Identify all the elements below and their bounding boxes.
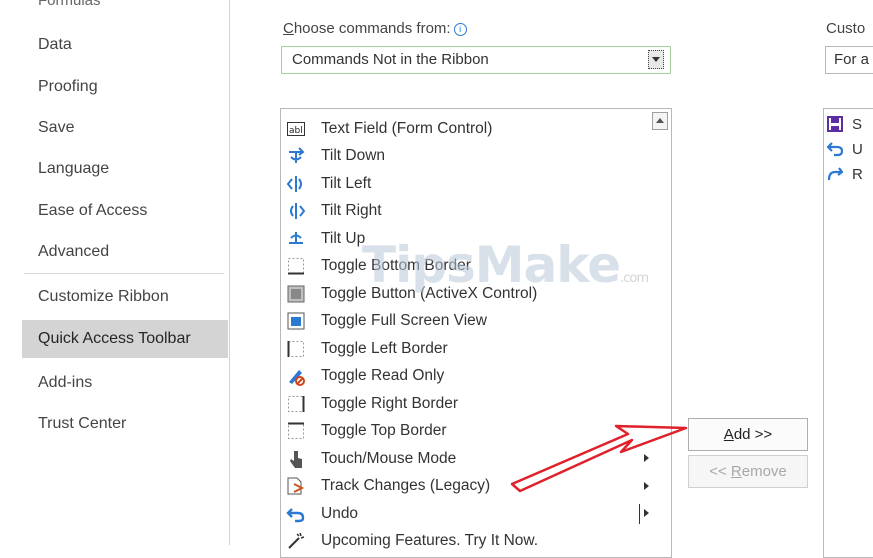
list-item[interactable]: Upcoming Features. Try It Now. [281, 528, 651, 556]
list-item[interactable]: Undo [281, 500, 651, 528]
save-icon [826, 115, 844, 133]
list-item[interactable]: Tilt Up [281, 225, 651, 253]
svg-text:abl: abl [289, 126, 303, 136]
undo-icon [826, 140, 844, 158]
customize-toolbar-value: For a [834, 51, 870, 68]
split-arrow-icon[interactable] [644, 509, 649, 517]
track-changes-icon [285, 476, 307, 496]
full-screen-icon [285, 311, 307, 331]
tilt-down-icon [285, 146, 307, 166]
nav-item-ease-of-access[interactable]: Ease of Access [22, 192, 228, 230]
toolbar-items-list[interactable]: S U R [823, 108, 873, 558]
remove-button[interactable]: << Remove [688, 455, 808, 488]
list-item[interactable]: Toggle Full Screen View [281, 308, 651, 336]
nav-item-customize-ribbon[interactable]: Customize Ribbon [22, 278, 228, 316]
list-item[interactable]: Tilt Down [281, 143, 651, 171]
nav-item-formulas-partial[interactable]: Formulas [38, 0, 101, 9]
nav-item-advanced[interactable]: Advanced [22, 233, 228, 271]
list-item[interactable]: Toggle Right Border [281, 390, 651, 418]
touch-mode-icon [285, 449, 307, 469]
split-divider [639, 504, 640, 524]
options-nav: Formulas Data Proofing Save Language Eas… [0, 0, 230, 545]
list-item[interactable]: Tilt Left [281, 170, 651, 198]
nav-item-language[interactable]: Language [22, 150, 228, 188]
list-item[interactable]: S [824, 111, 873, 137]
choose-commands-value: Commands Not in the Ribbon [292, 51, 489, 68]
left-border-icon [285, 339, 307, 359]
tilt-right-icon [285, 201, 307, 221]
scroll-up-icon[interactable] [652, 112, 668, 130]
list-item[interactable]: Toggle Read Only [281, 363, 651, 391]
chevron-down-icon[interactable] [648, 50, 664, 69]
list-scrollbar[interactable] [649, 109, 671, 557]
toggle-button-icon [285, 284, 307, 304]
read-only-icon [285, 366, 307, 387]
text-field-icon: abl [285, 119, 307, 139]
customize-toolbar-label: Custo [826, 20, 866, 37]
tilt-left-icon [285, 174, 307, 194]
right-border-icon [285, 394, 307, 414]
choose-commands-label: Choose commands from: i [283, 20, 467, 37]
nav-item-trust-center[interactable]: Trust Center [22, 405, 228, 443]
upcoming-features-icon [285, 531, 307, 551]
list-item[interactable]: Toggle Button (ActiveX Control) [281, 280, 651, 308]
list-item[interactable]: Toggle Bottom Border [281, 253, 651, 281]
redo-icon [826, 165, 844, 183]
customize-toolbar-dropdown[interactable]: For a [825, 46, 873, 74]
nav-item-save[interactable]: Save [22, 109, 228, 147]
list-item[interactable]: Toggle Top Border [281, 418, 651, 446]
list-item[interactable]: R [824, 161, 873, 187]
list-item[interactable]: Toggle Left Border [281, 335, 651, 363]
tilt-up-icon [285, 229, 307, 249]
nav-item-quick-access-toolbar[interactable]: Quick Access Toolbar [22, 320, 228, 358]
info-icon: i [453, 23, 467, 36]
undo-icon [285, 504, 307, 524]
top-border-icon [285, 421, 307, 441]
list-item[interactable]: Track Changes (Legacy) [281, 473, 651, 501]
list-item[interactable]: U [824, 136, 873, 162]
nav-item-proofing[interactable]: Proofing [22, 68, 228, 106]
bottom-border-icon [285, 256, 307, 276]
submenu-arrow-icon [644, 481, 649, 490]
list-item[interactable]: Touch/Mouse Mode [281, 445, 651, 473]
submenu-arrow-icon [644, 454, 649, 462]
add-button[interactable]: Add >> [688, 418, 808, 451]
list-item[interactable]: Tilt Right [281, 198, 651, 226]
nav-item-add-ins[interactable]: Add-ins [22, 364, 228, 402]
choose-commands-dropdown[interactable]: Commands Not in the Ribbon [281, 46, 671, 74]
nav-divider [24, 273, 224, 274]
nav-item-data[interactable]: Data [22, 26, 228, 64]
list-item[interactable]: abl Text Field (Form Control) [281, 115, 651, 143]
commands-list[interactable]: abl Text Field (Form Control) Tilt Down … [280, 108, 672, 558]
